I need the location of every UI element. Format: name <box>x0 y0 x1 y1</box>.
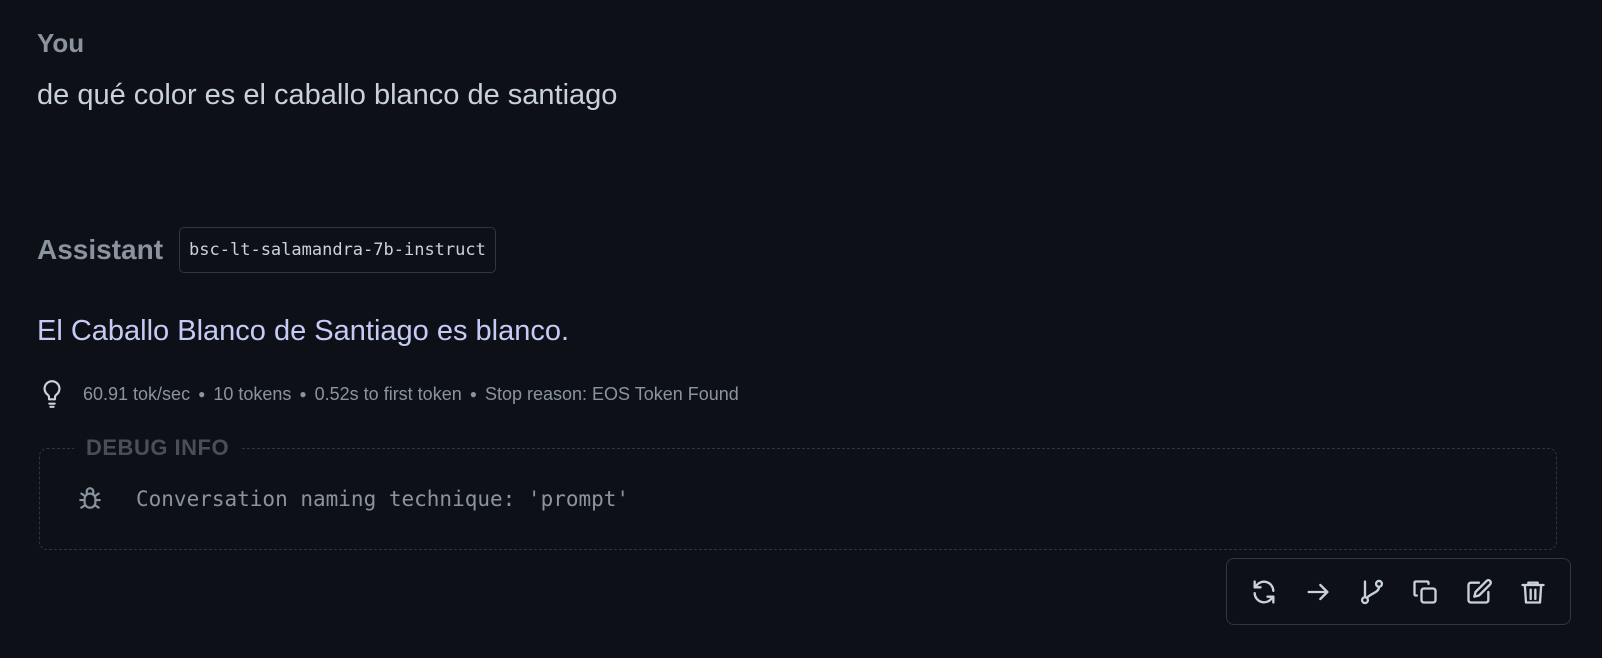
stat-speed: 60.91 tok/sec <box>83 383 191 404</box>
branch-icon <box>1360 579 1383 604</box>
assistant-message-text: El Caballo Blanco de Santiago es blanco. <box>37 315 570 347</box>
generation-stats: 60.91 tok/sec ● 10 tokens ● 0.52s to fir… <box>37 379 739 409</box>
bug-icon <box>76 485 104 513</box>
branch-button[interactable] <box>1352 572 1392 612</box>
user-role-label: You <box>37 28 85 58</box>
continue-button[interactable] <box>1298 572 1338 612</box>
assistant-header: Assistant bsc-lt-salamandra-7b-instruct <box>37 227 496 273</box>
stat-stop-reason: Stop reason: EOS Token Found <box>484 383 739 404</box>
regenerate-button[interactable] <box>1244 572 1284 612</box>
user-message-block: You de qué color es el caballo blanco de… <box>37 28 617 112</box>
debug-info-text: Conversation naming technique: 'prompt' <box>136 487 630 511</box>
stat-tokens: 10 tokens <box>213 383 292 404</box>
model-badge[interactable]: bsc-lt-salamandra-7b-instruct <box>179 227 496 273</box>
debug-info-legend: DEBUG INFO <box>74 435 242 461</box>
regenerate-icon <box>1253 579 1275 604</box>
delete-icon <box>1521 581 1545 604</box>
stat-first-token: 0.52s to first token <box>314 383 462 404</box>
copy-button[interactable] <box>1405 572 1445 612</box>
edit-button[interactable] <box>1459 572 1499 612</box>
lightbulb-icon[interactable] <box>37 379 67 409</box>
debug-info-panel: DEBUG INFO Conversation naming technique… <box>39 435 1557 550</box>
stat-separator: ● <box>469 387 477 401</box>
user-message-text: de qué color es el caballo blanco de san… <box>37 79 618 111</box>
debug-row: Conversation naming technique: 'prompt' <box>76 485 629 513</box>
delete-button[interactable] <box>1513 572 1553 612</box>
stat-separator: ● <box>198 387 206 401</box>
stat-separator: ● <box>299 387 307 401</box>
message-actions-toolbar <box>1226 558 1571 625</box>
assistant-role-label: Assistant <box>37 234 164 265</box>
continue-arrow-icon <box>1307 583 1329 600</box>
edit-icon <box>1467 578 1493 604</box>
copy-icon <box>1413 579 1438 604</box>
